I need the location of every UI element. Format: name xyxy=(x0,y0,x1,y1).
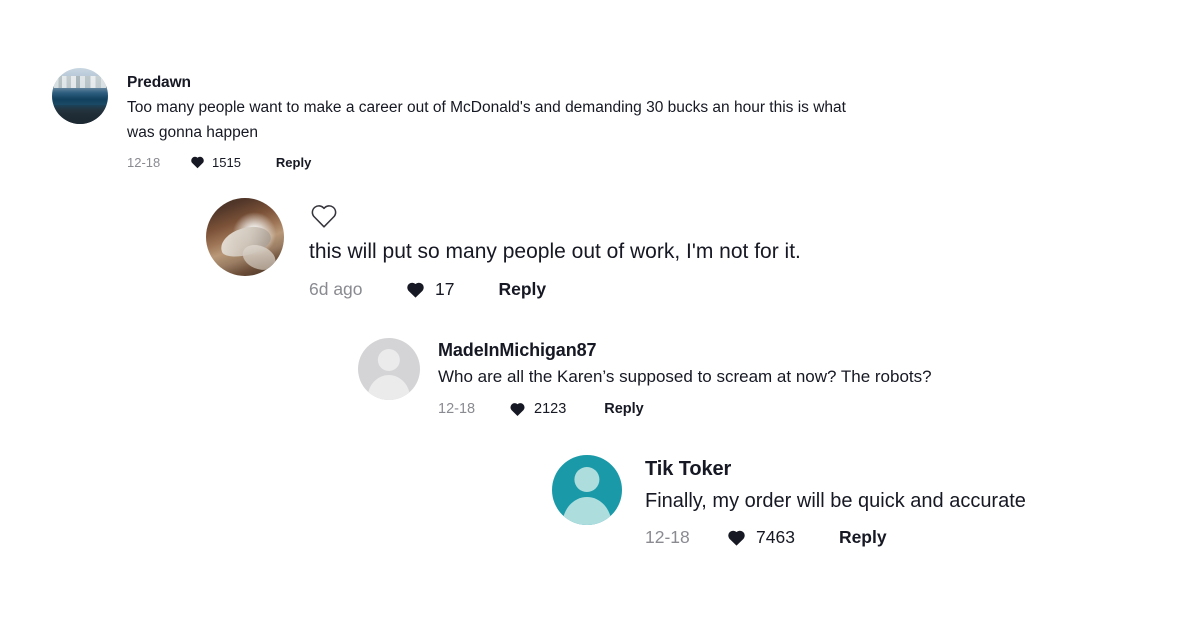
like-count: 1515 xyxy=(212,154,241,170)
timestamp: 6d ago xyxy=(309,279,363,299)
avatar[interactable] xyxy=(52,68,108,124)
reply-button[interactable]: Reply xyxy=(604,401,644,417)
avatar-head-shape xyxy=(377,348,401,371)
like-button[interactable]: 1515 xyxy=(189,154,241,170)
comment-meta: 6d ago 17 Reply xyxy=(309,279,801,300)
comment-body: Tik Toker Finally, my order will be quic… xyxy=(645,455,1026,548)
comment-text: this will put so many people out of work… xyxy=(309,240,801,263)
heart-filled-icon xyxy=(407,282,424,298)
comment-item-madeinmichigan87: MadeInMichigan87 Who are all the Karen’s… xyxy=(358,338,932,418)
username[interactable]: Tik Toker xyxy=(645,457,1026,482)
like-button[interactable]: 2123 xyxy=(508,400,566,418)
comment-body: Predawn Too many people want to make a c… xyxy=(127,68,857,170)
username[interactable]: Predawn xyxy=(127,73,857,92)
comment-body: this will put so many people out of work… xyxy=(309,198,801,300)
comment-item-predawn: Predawn Too many people want to make a c… xyxy=(52,68,857,170)
comment-item-tik-toker: Tik Toker Finally, my order will be quic… xyxy=(552,455,1026,548)
timestamp: 12-18 xyxy=(645,527,690,547)
comment-text: Finally, my order will be quick and accu… xyxy=(645,490,1026,512)
avatar[interactable] xyxy=(206,198,284,276)
like-count: 2123 xyxy=(534,401,567,417)
reply-button[interactable]: Reply xyxy=(276,155,311,170)
timestamp: 12-18 xyxy=(438,401,476,417)
heart-filled-icon xyxy=(191,156,204,169)
avatar-head-shape xyxy=(574,466,600,493)
comment-meta: 12-18 1515 Reply xyxy=(127,154,857,170)
comment-meta: 12-18 7463 Reply xyxy=(645,527,1026,548)
timestamp: 12-18 xyxy=(127,154,161,170)
heart-outline-icon[interactable] xyxy=(309,202,339,229)
comment-item-unnamed-reply: this will put so many people out of work… xyxy=(206,198,801,300)
like-button[interactable]: 17 xyxy=(404,279,454,300)
like-count: 7463 xyxy=(756,527,795,547)
username[interactable]: MadeInMichigan87 xyxy=(438,339,932,361)
comment-meta: 12-18 2123 Reply xyxy=(438,400,932,418)
like-button[interactable]: 7463 xyxy=(725,527,795,548)
reply-button[interactable]: Reply xyxy=(498,279,546,300)
heart-filled-icon xyxy=(728,530,745,546)
reply-button[interactable]: Reply xyxy=(839,527,887,548)
avatar[interactable] xyxy=(552,455,622,525)
avatar[interactable] xyxy=(358,338,420,400)
avatar-body-shape xyxy=(367,375,411,400)
like-count: 17 xyxy=(435,279,455,299)
heart-filled-icon xyxy=(510,403,525,416)
comment-text: Who are all the Karen’s supposed to scre… xyxy=(438,367,932,386)
comment-text: Too many people want to make a career ou… xyxy=(127,99,846,141)
avatar-body-shape xyxy=(562,497,612,525)
comment-body: MadeInMichigan87 Who are all the Karen’s… xyxy=(438,338,932,418)
